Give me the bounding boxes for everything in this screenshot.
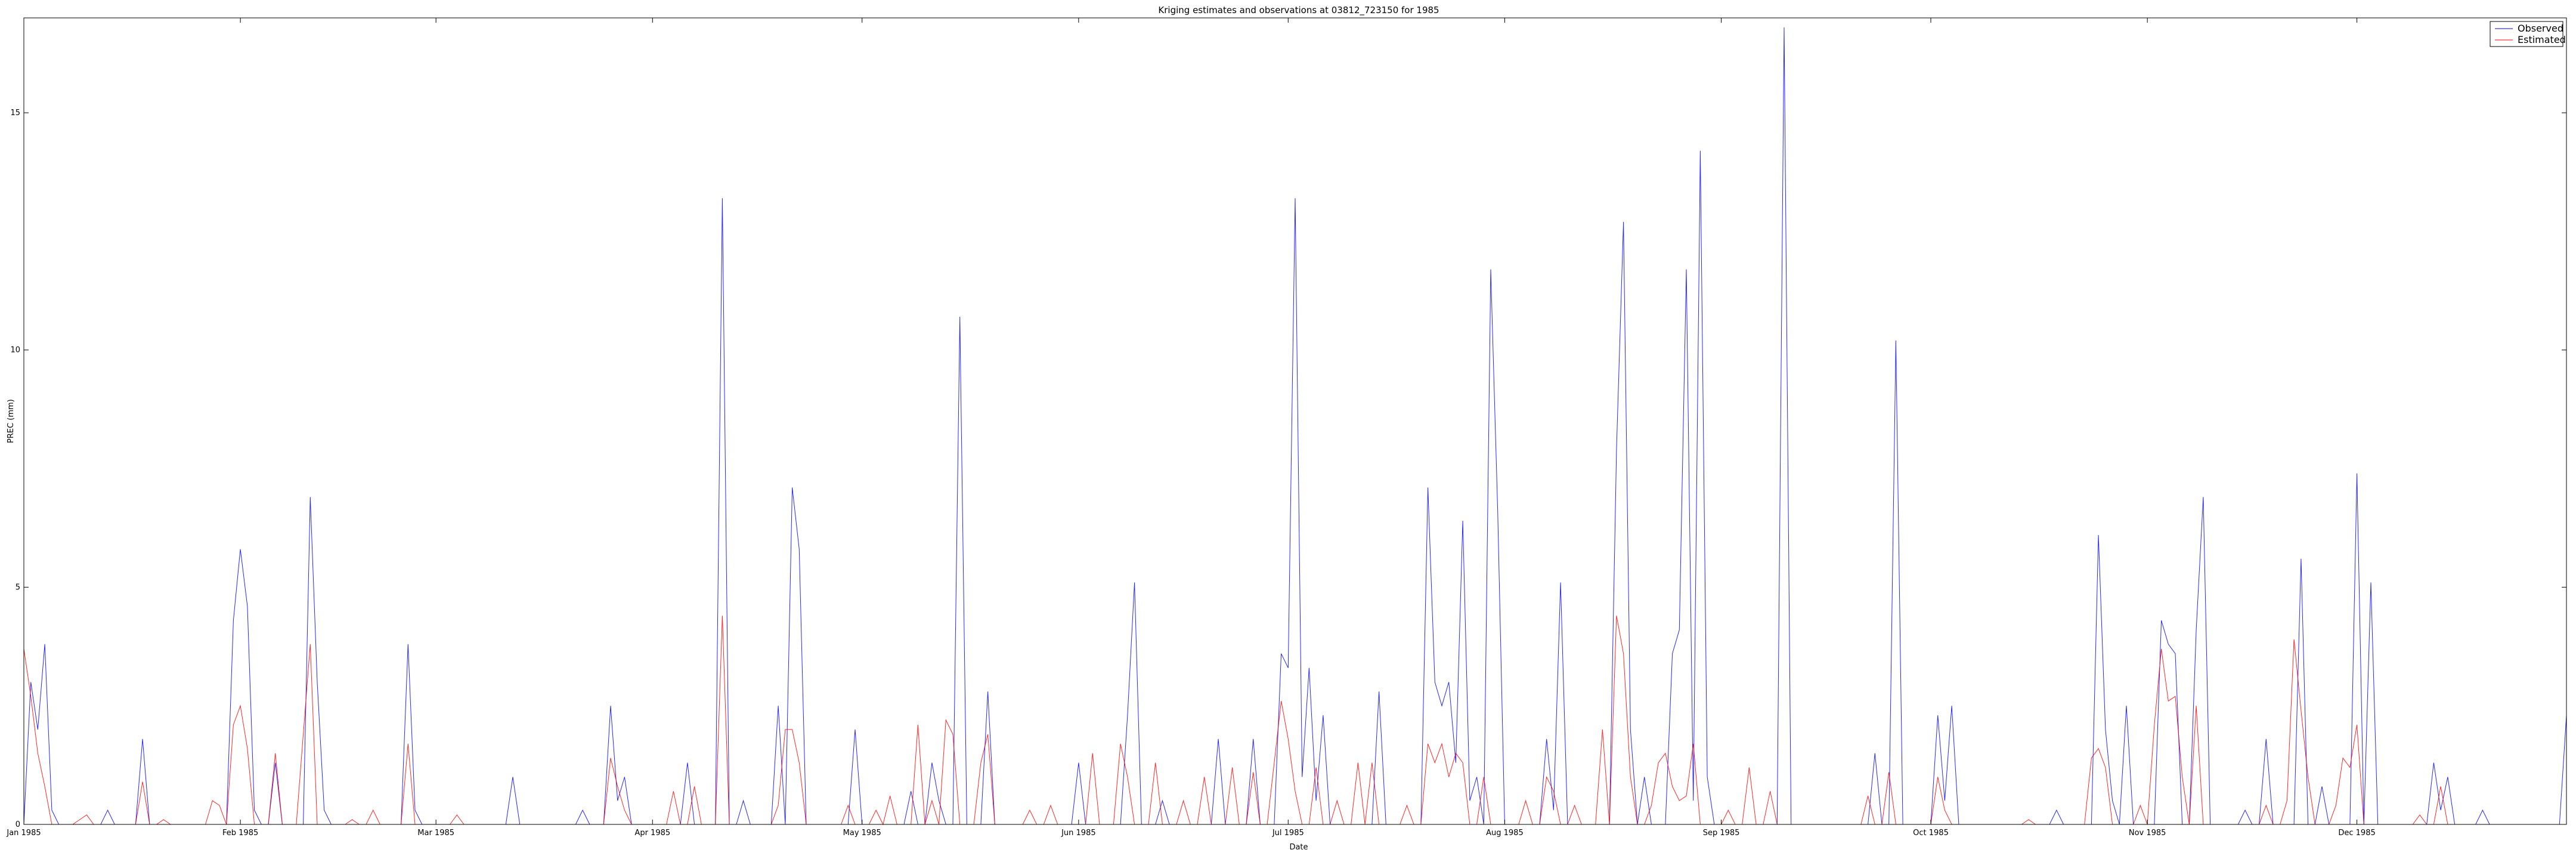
x-tick-label: Mar 1985 [417,829,454,838]
precipitation-chart: Kriging estimates and observations at 03… [0,0,2576,859]
x-tick-label: Nov 1985 [2129,829,2166,838]
y-axis-label: PREC (mm) [7,399,16,443]
x-tick-label: Jul 1985 [1272,829,1304,838]
y-tick-label: 15 [10,109,20,118]
x-tick-label: Oct 1985 [1913,829,1949,838]
legend-estimated-label: Estimated [2518,34,2566,45]
legend-observed-label: Observed [2518,23,2563,34]
x-tick-label: Sep 1985 [1703,829,1740,838]
y-tick-label: 5 [16,583,20,592]
x-tick-label: Aug 1985 [1486,829,1524,838]
chart-title: Kriging estimates and observations at 03… [1158,5,1439,16]
x-tick-label: Feb 1985 [222,829,258,838]
x-tick-label: Jun 1985 [1061,829,1096,838]
legend: Observed Estimated [2490,21,2566,47]
x-tick-label: Apr 1985 [634,829,670,838]
x-tick-label: Dec 1985 [2338,829,2375,838]
y-tick-label: 0 [16,820,20,829]
chart-background [0,0,2576,859]
x-tick-label: May 1985 [843,829,881,838]
x-axis-label: Date [1289,843,1308,852]
x-tick-label: Jan 1985 [6,829,41,838]
y-tick-label: 10 [10,346,20,355]
